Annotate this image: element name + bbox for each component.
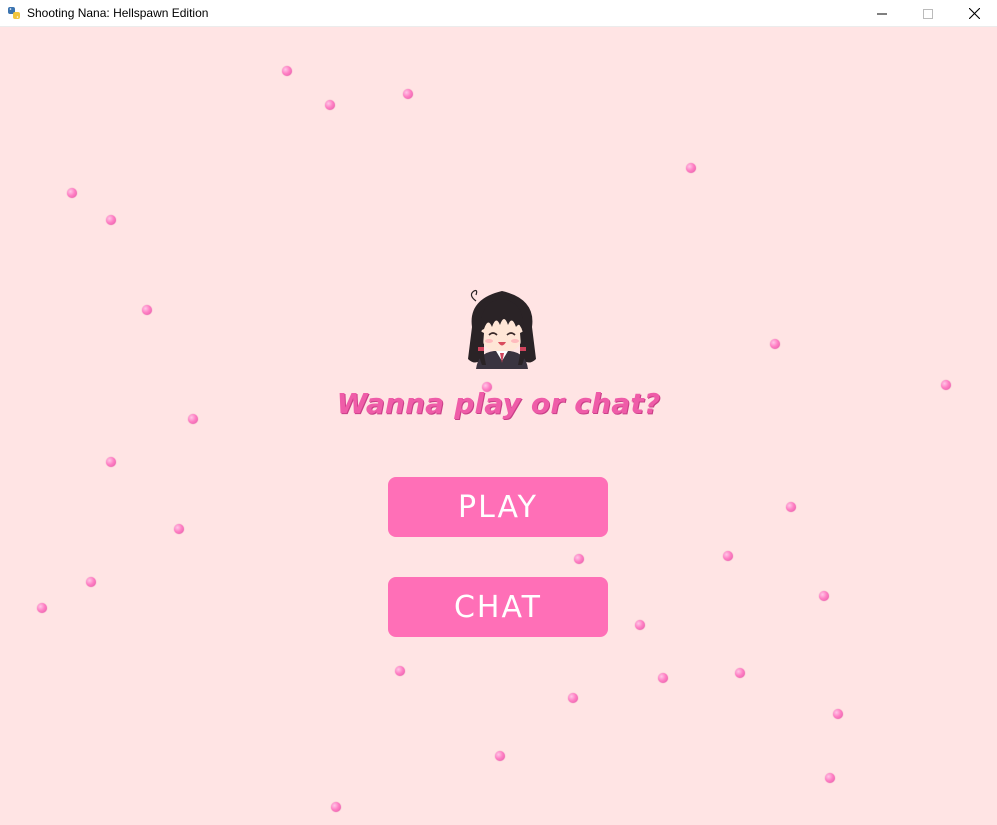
pink-particle <box>282 66 292 76</box>
pink-particle <box>174 524 184 534</box>
pink-particle <box>403 89 413 99</box>
pink-particle <box>833 709 843 719</box>
pink-particle <box>106 457 116 467</box>
chat-button[interactable]: CHAT <box>388 577 608 637</box>
pink-particle <box>568 693 578 703</box>
pink-particle <box>106 215 116 225</box>
menu-prompt: Wanna play or chat? <box>336 387 661 420</box>
minimize-button[interactable] <box>859 0 905 26</box>
minimize-icon <box>877 4 887 23</box>
pink-particle <box>658 673 668 683</box>
pink-particle <box>142 305 152 315</box>
nana-chibi-avatar <box>462 287 542 369</box>
pink-particle <box>735 668 745 678</box>
pink-particle <box>325 100 335 110</box>
pink-particle <box>635 620 645 630</box>
play-button[interactable]: PLAY <box>388 477 608 537</box>
pink-particle <box>86 577 96 587</box>
pink-particle <box>686 163 696 173</box>
maximize-icon <box>923 4 933 23</box>
close-button[interactable] <box>951 0 997 26</box>
pink-particle <box>331 802 341 812</box>
game-canvas: Wanna play or chat? PLAY CHAT <box>0 27 997 825</box>
pink-particle <box>67 188 77 198</box>
window-controls <box>859 0 997 26</box>
pink-particle <box>723 551 733 561</box>
window-title: Shooting Nana: Hellspawn Edition <box>27 6 209 20</box>
pink-particle <box>819 591 829 601</box>
pink-particle <box>395 666 405 676</box>
maximize-button[interactable] <box>905 0 951 26</box>
close-icon <box>968 4 980 23</box>
pink-particle <box>770 339 780 349</box>
window-titlebar: Shooting Nana: Hellspawn Edition <box>0 0 997 27</box>
pink-particle <box>37 603 47 613</box>
python-icon <box>6 5 22 21</box>
pink-particle <box>495 751 505 761</box>
pink-particle <box>825 773 835 783</box>
pink-particle <box>786 502 796 512</box>
pink-particle <box>574 554 584 564</box>
